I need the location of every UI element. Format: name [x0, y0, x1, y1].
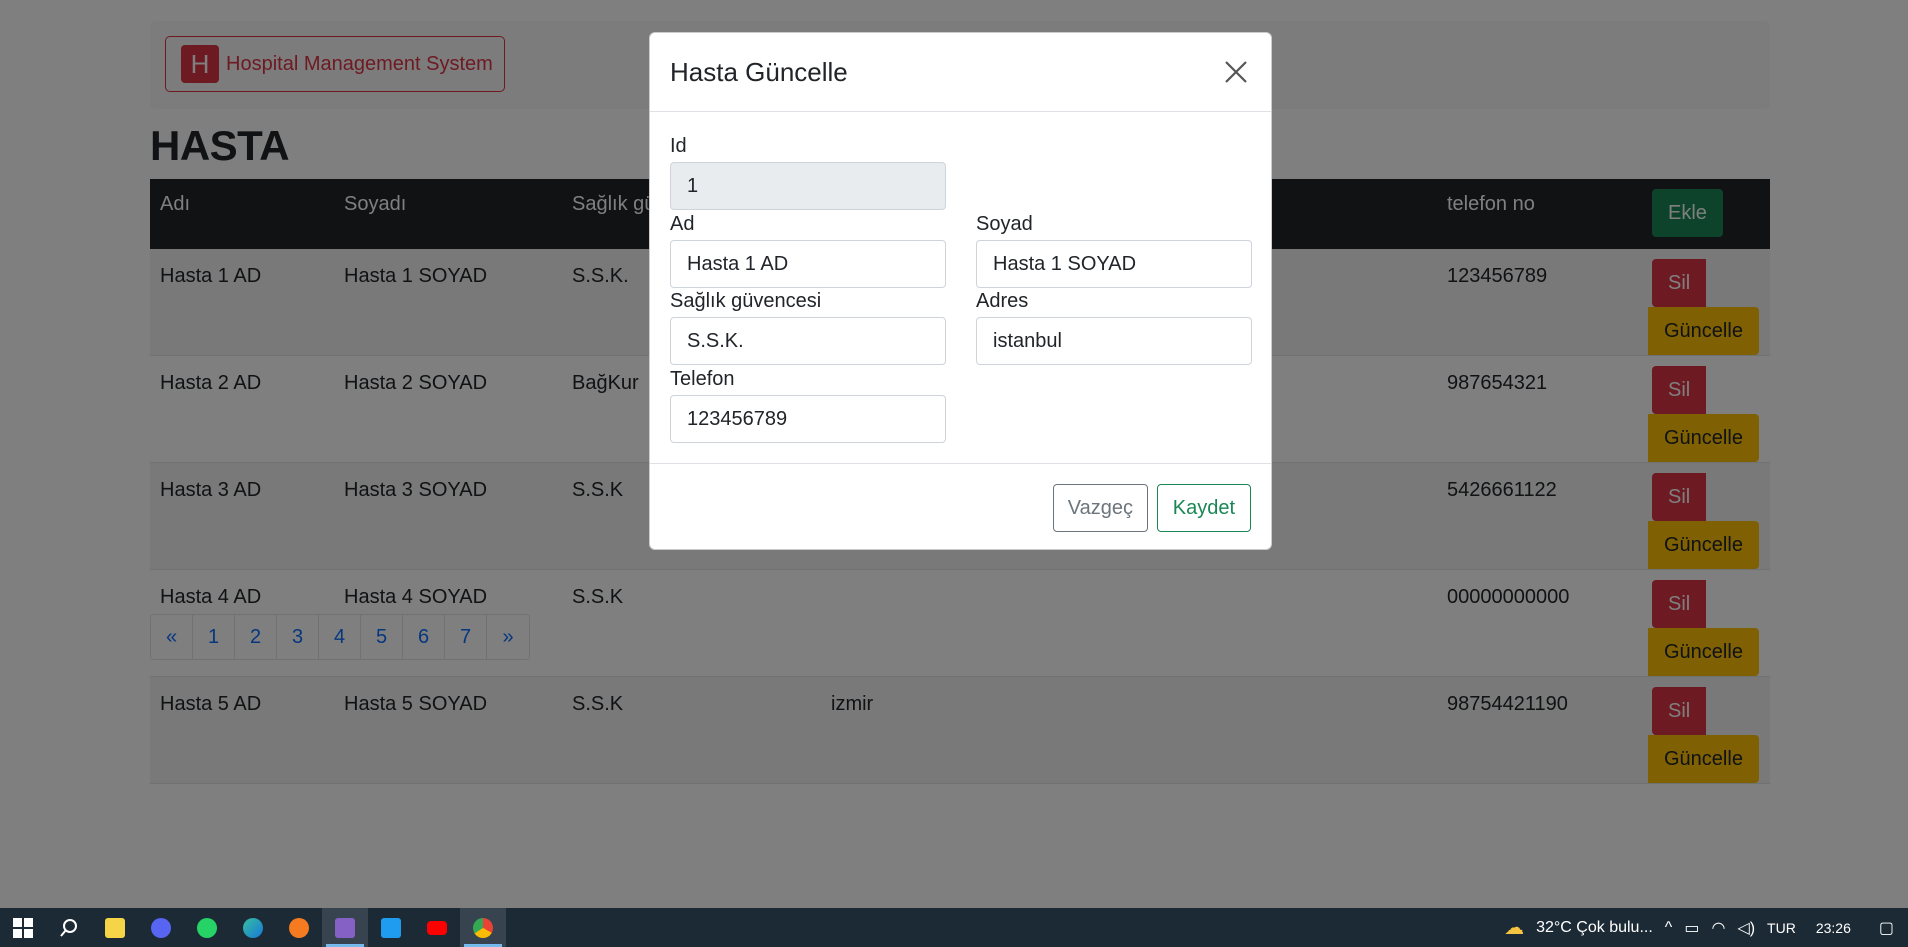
language-indicator[interactable]: TUR	[1767, 920, 1796, 936]
weather-text[interactable]: 32°C Çok bulu...	[1536, 919, 1653, 937]
sticky-notes-icon[interactable]	[92, 908, 138, 947]
cancel-button[interactable]: Vazgeç	[1052, 484, 1148, 532]
ad-input[interactable]	[670, 240, 946, 288]
visual-studio-icon[interactable]	[322, 908, 368, 947]
taskbar: ☁ 32°C Çok bulu... ^ ▭ ◠ ◁) TUR 23:26 ▢	[0, 908, 1908, 947]
modal-footer: Vazgeç Kaydet	[650, 463, 1271, 551]
adres-input[interactable]	[976, 317, 1252, 365]
notification-icon[interactable]: ▢	[1879, 918, 1894, 938]
id-input[interactable]	[670, 162, 946, 210]
discord-icon[interactable]	[138, 908, 184, 947]
clock[interactable]: 23:26	[1816, 920, 1851, 936]
soyad-field-group: Soyad	[976, 213, 1252, 288]
telefon-label: Telefon	[670, 368, 735, 390]
volume-icon[interactable]: ◁)	[1737, 918, 1755, 938]
adres-label: Adres	[976, 290, 1029, 312]
vscode-icon[interactable]	[368, 908, 414, 947]
battery-icon[interactable]: ▭	[1684, 918, 1699, 938]
modal-title: Hasta Güncelle	[670, 56, 848, 87]
wifi-icon[interactable]: ◠	[1711, 918, 1725, 938]
saglik-label: Sağlık güvencesi	[670, 290, 822, 312]
modal-body: Id Ad Soyad Sağlık güvencesi Adres Telef…	[650, 112, 1271, 463]
chrome-icon[interactable]	[460, 908, 506, 947]
update-patient-modal: Hasta Güncelle Id Ad Soyad Sağlık güvenc…	[649, 32, 1272, 550]
telefon-input[interactable]	[670, 395, 946, 443]
ad-field-group: Ad	[670, 213, 946, 288]
close-icon[interactable]	[1221, 57, 1251, 87]
saglik-input[interactable]	[670, 317, 946, 365]
save-button[interactable]: Kaydet	[1156, 484, 1251, 532]
adres-field-group: Adres	[976, 290, 1252, 365]
start-icon[interactable]	[0, 908, 46, 947]
modal-header: Hasta Güncelle	[650, 33, 1271, 112]
ad-label: Ad	[670, 213, 695, 235]
edge-icon[interactable]	[230, 908, 276, 947]
id-field-group: Id	[670, 135, 946, 210]
saglik-field-group: Sağlık güvencesi	[670, 290, 946, 365]
chevron-up-icon[interactable]: ^	[1665, 919, 1673, 937]
soyad-label: Soyad	[976, 213, 1033, 235]
id-label: Id	[670, 135, 687, 157]
blender-icon[interactable]	[276, 908, 322, 947]
search-icon[interactable]	[46, 908, 92, 947]
weather-icon[interactable]: ☁	[1504, 915, 1524, 940]
telefon-field-group: Telefon	[670, 368, 946, 443]
system-tray: ☁ 32°C Çok bulu... ^ ▭ ◠ ◁) TUR 23:26 ▢	[1498, 908, 1908, 947]
whatsapp-icon[interactable]	[184, 908, 230, 947]
soyad-input[interactable]	[976, 240, 1252, 288]
youtube-icon[interactable]	[414, 908, 460, 947]
